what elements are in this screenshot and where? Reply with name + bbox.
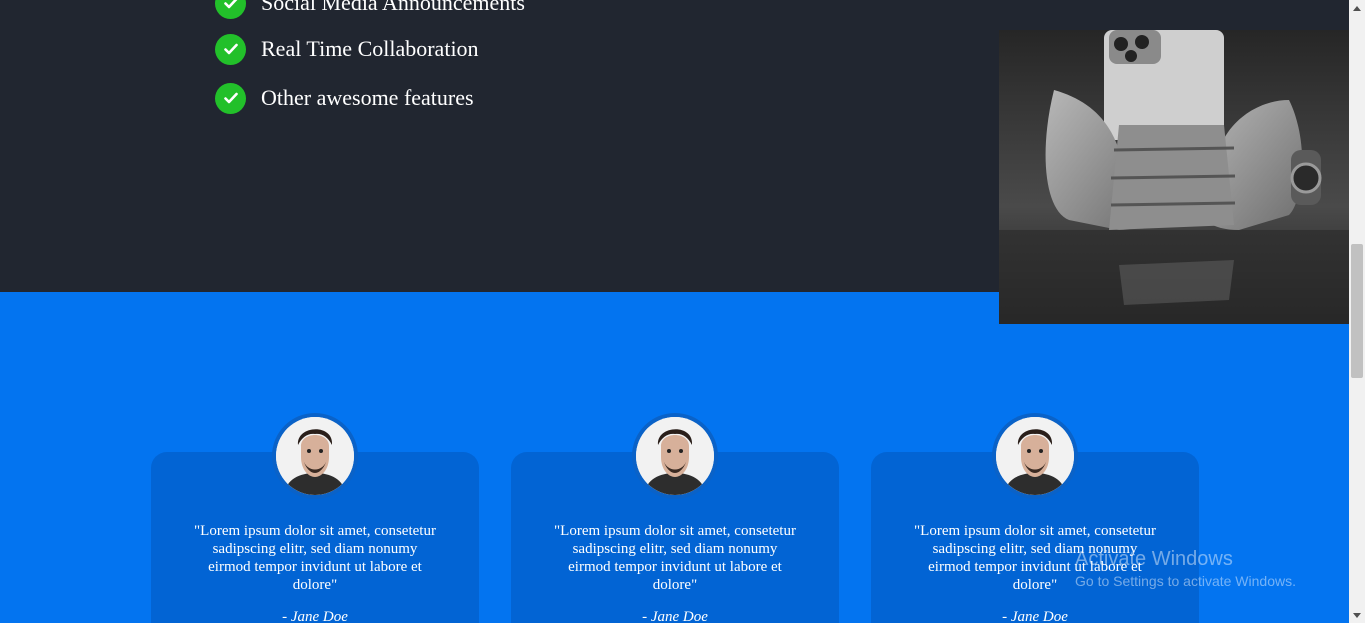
scrollbar-thumb[interactable]: [1351, 244, 1363, 378]
check-circle-icon: [215, 82, 246, 114]
testimonial-author: - Jane Doe: [282, 609, 348, 623]
avatar: [992, 413, 1078, 499]
activation-watermark-title: Activate Windows: [1075, 548, 1233, 570]
avatar: [272, 413, 358, 499]
avatar-image: [996, 417, 1074, 495]
scroll-down-arrow-icon[interactable]: [1349, 607, 1365, 623]
feature-label: Real Time Collaboration: [261, 36, 479, 61]
testimonial-author: - Jane Doe: [642, 609, 708, 623]
page-scrollbar[interactable]: [1349, 0, 1365, 623]
check-circle-icon: [215, 0, 246, 19]
avatar-image: [636, 417, 714, 495]
feature-label: Social Media Announcements: [261, 0, 525, 15]
feature-item: Other awesome features: [215, 82, 474, 114]
activation-watermark-subtitle: Go to Settings to activate Windows.: [1075, 573, 1296, 589]
feature-item: Social Media Announcements: [215, 0, 525, 19]
feature-item: Real Time Collaboration: [215, 33, 479, 65]
feature-label: Other awesome features: [261, 85, 474, 110]
avatar-image: [276, 417, 354, 495]
testimonial-quote: "Lorem ipsum dolor sit amet, consetetur …: [554, 523, 796, 593]
testimonial-quote: "Lorem ipsum dolor sit amet, consetetur …: [194, 523, 436, 593]
testimonial-author: - Jane Doe: [1002, 609, 1068, 623]
avatar: [632, 413, 718, 499]
check-circle-icon: [215, 33, 246, 65]
hands-holding-phone-photo: [999, 30, 1349, 324]
scroll-up-arrow-icon[interactable]: [1349, 0, 1365, 16]
